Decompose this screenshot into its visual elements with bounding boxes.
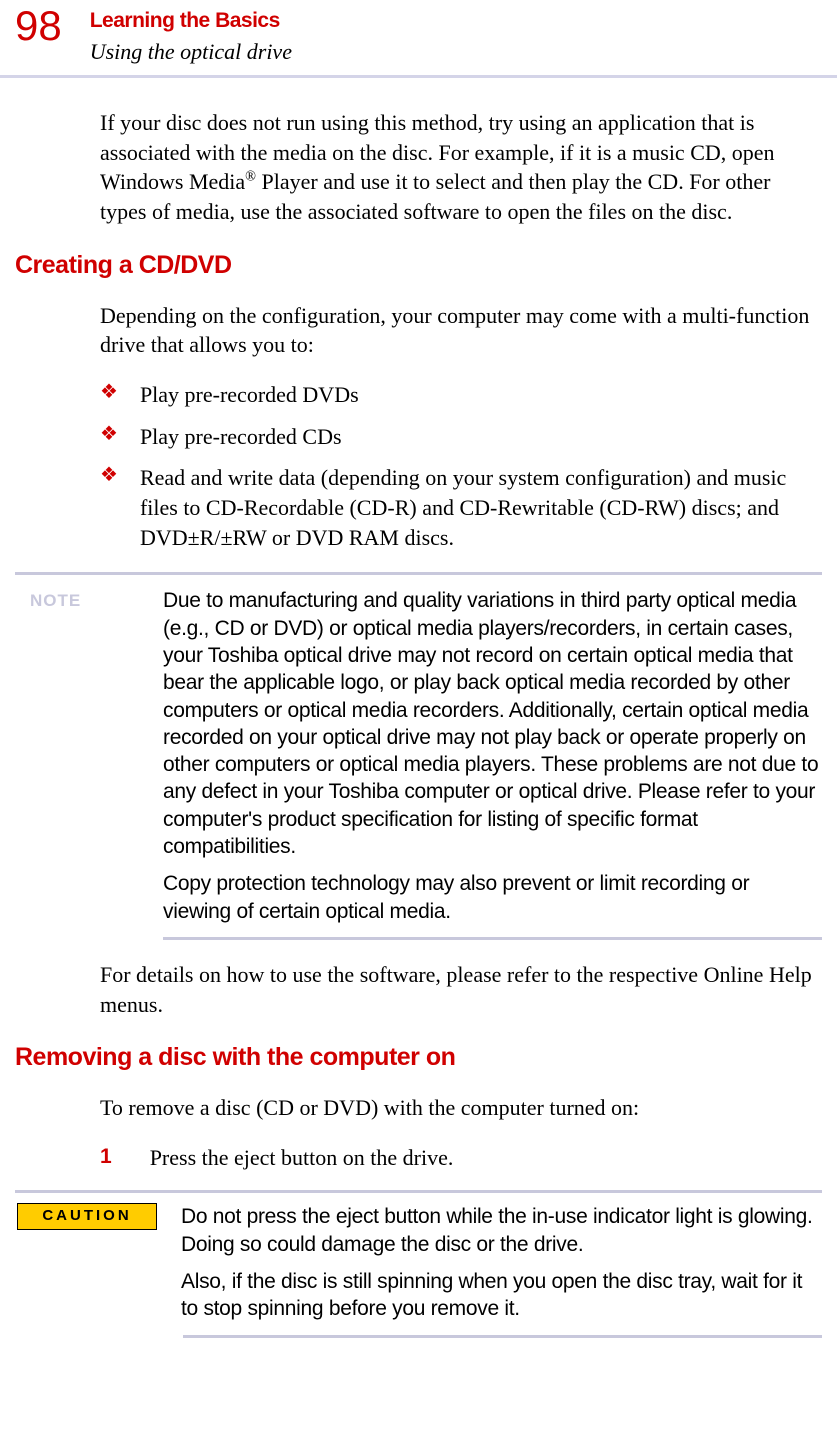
- heading-removing-disc: Removing a disc with the computer on: [15, 1041, 822, 1075]
- note-block: NOTE Due to manufacturing and quality va…: [15, 572, 822, 940]
- section-title: Using the optical drive: [90, 37, 292, 67]
- intro-paragraph: If your disc does not run using this met…: [100, 108, 822, 227]
- step-text: Press the eject button on the drive.: [150, 1143, 454, 1173]
- diamond-bullet-icon: ❖: [100, 380, 118, 404]
- heading-creating-cd-dvd: Creating a CD/DVD: [15, 249, 822, 283]
- page-header: 98 Learning the Basics Using the optical…: [0, 0, 837, 78]
- post-note-paragraph: For details on how to use the software, …: [100, 960, 822, 1019]
- caution-paragraph-2: Also, if the disc is still spinning when…: [181, 1268, 822, 1323]
- bullet-text: Play pre-recorded CDs: [140, 422, 822, 452]
- section1-paragraph: Depending on the configuration, your com…: [100, 301, 822, 360]
- bullet-text: Play pre-recorded DVDs: [140, 380, 822, 410]
- list-item: ❖ Play pre-recorded DVDs: [100, 380, 822, 410]
- chapter-title: Learning the Basics: [90, 7, 292, 35]
- header-text: Learning the Basics Using the optical dr…: [90, 5, 292, 67]
- divider: [163, 937, 822, 940]
- divider: [183, 1335, 822, 1338]
- list-item: ❖ Play pre-recorded CDs: [100, 422, 822, 452]
- caution-text: Do not press the eject button while the …: [181, 1203, 822, 1322]
- ordered-item: 1 Press the eject button on the drive.: [100, 1143, 822, 1173]
- page-content: If your disc does not run using this met…: [0, 78, 837, 1338]
- step-number: 1: [100, 1143, 112, 1171]
- note-paragraph-2: Copy protection technology may also prev…: [163, 870, 822, 925]
- section2-paragraph: To remove a disc (CD or DVD) with the co…: [100, 1093, 822, 1123]
- page-number: 98: [15, 5, 62, 47]
- caution-paragraph-1: Do not press the eject button while the …: [181, 1203, 822, 1258]
- note-paragraph-1: Due to manufacturing and quality variati…: [163, 587, 822, 860]
- bullet-text: Read and write data (depending on your s…: [140, 463, 822, 552]
- note-text: Due to manufacturing and quality variati…: [163, 587, 822, 925]
- caution-badge-wrapper: CAUTION: [15, 1203, 157, 1322]
- note-label: NOTE: [15, 587, 163, 925]
- caution-badge: CAUTION: [17, 1203, 157, 1229]
- diamond-bullet-icon: ❖: [100, 463, 118, 487]
- list-item: ❖ Read and write data (depending on your…: [100, 463, 822, 552]
- caution-block: CAUTION Do not press the eject button wh…: [15, 1190, 822, 1337]
- ordered-list: 1 Press the eject button on the drive.: [100, 1143, 822, 1173]
- bullet-list: ❖ Play pre-recorded DVDs ❖ Play pre-reco…: [100, 380, 822, 552]
- diamond-bullet-icon: ❖: [100, 422, 118, 446]
